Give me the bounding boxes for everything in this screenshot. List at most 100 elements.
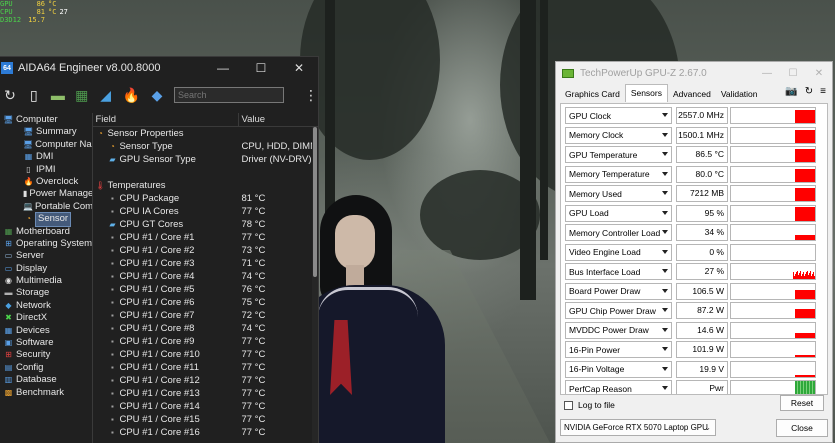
minimize-button[interactable]: — [204,57,242,79]
sensor-name-dropdown[interactable]: Memory Temperature [565,165,672,183]
tree-item-network[interactable]: ›◆Network [0,300,92,312]
maximize-button[interactable]: ☐ [780,62,806,84]
tree-item-benchmark[interactable]: ›▩Benchmark [0,387,92,399]
field-column-header[interactable]: Field [93,113,240,126]
value-cell: 74 °C [241,271,266,282]
tree-item-computer-name[interactable]: 🖥Computer Name [0,139,92,151]
tree-item-operating-system[interactable]: ›⊞Operating System [0,238,92,250]
tree-item-overclock[interactable]: 🔥 Overclock [0,176,92,188]
tree-item-display[interactable]: ›▭Display [0,263,92,275]
table-row[interactable]: ▪ CPU #1 / Core #9 77 °C [93,335,318,348]
minimize-button[interactable]: — [754,62,780,84]
table-row[interactable]: ▪ CPU IA Cores 77 °C [93,205,318,218]
value-column-header[interactable]: Value [239,113,318,126]
table-row[interactable]: ▪ CPU #1 / Core #7 72 °C [93,309,318,322]
table-row[interactable]: ▪ CPU #1 / Core #10 77 °C [93,348,318,361]
tab-sensors[interactable]: Sensors [624,84,668,102]
sensor-name-dropdown[interactable]: GPU Clock [565,107,672,124]
tree-item-storage[interactable]: ›▬Storage [0,287,92,299]
refresh-icon[interactable]: ↻ [3,86,17,104]
tree-item-multimedia[interactable]: ›◉Multimedia [0,275,92,287]
report-icon[interactable]: ▯ [27,86,41,104]
table-row[interactable]: ▪ CPU #1 / Core #2 73 °C [93,244,318,257]
gpu-select[interactable]: NVIDIA GeForce RTX 5070 Laptop GPU ⌄ [560,419,716,436]
sensor-name-dropdown[interactable]: Video Engine Load [565,243,672,261]
tree-item-computer[interactable]: ⌄🖥Computer [0,114,92,126]
tree-item-sensor[interactable]: ◔ Sensor [0,212,92,227]
sensor-name-dropdown[interactable]: Memory Controller Load [565,224,672,241]
camera-icon[interactable]: 📷 [785,86,797,97]
table-row[interactable]: ▪ CPU #1 / Core #8 74 °C [93,322,318,335]
table-row[interactable]: ▪ CPU #1 / Core #3 71 °C [93,257,318,270]
tree-item-label: Operating System [16,237,93,249]
tab-graphics-card[interactable]: Graphics Card [560,86,625,102]
tree-item-summary[interactable]: 🖥 Summary [0,126,92,138]
table-row[interactable]: ▪ CPU #1 / Core #16 77 °C [93,426,318,439]
sensor-name-dropdown[interactable]: 16-Pin Power [565,341,672,358]
more-options-icon[interactable]: ⋮ [304,87,318,104]
tab-validation[interactable]: Validation [716,86,763,102]
table-row[interactable]: ◔ Sensor Type CPU, HDD, DIMM [93,140,318,153]
tree-item-security[interactable]: ›⊞Security [0,349,92,361]
menu-icon[interactable]: ≡ [820,86,826,97]
tree-item-dmi[interactable]: ▦ DMI [0,151,92,163]
search-input[interactable] [173,87,284,103]
sensor-name-dropdown[interactable]: PerfCap Reason [565,380,672,394]
reset-button[interactable]: Reset [780,395,824,411]
sensor-name-dropdown[interactable]: GPU Chip Power Draw [565,302,672,319]
tree-item-portable-computer[interactable]: 💻Portable Computer [0,201,92,213]
tree-item-software[interactable]: ›▣Software [0,337,92,349]
vertical-scrollbar[interactable] [312,127,318,443]
table-row[interactable]: ▰ CPU GT Cores 78 °C [93,218,318,231]
scrollbar-thumb[interactable] [313,127,317,277]
memory-module-icon[interactable]: ▬ [51,86,65,104]
table-row[interactable]: ▰ GPU Sensor Type Driver (NV-DRV) [93,153,318,166]
network-monitor-icon[interactable]: ◢ [99,86,113,104]
tree-item-motherboard[interactable]: ›▦Motherboard [0,226,92,238]
sensor-name-dropdown[interactable]: Bus Interface Load [565,263,672,280]
sensor-value: 101.9 W [676,341,728,358]
tree-item-directx[interactable]: ›✖DirectX [0,312,92,324]
sensor-name-dropdown[interactable]: Board Power Draw [565,282,672,300]
table-row[interactable]: ▪ CPU Package 81 °C [93,192,318,205]
log-to-file-checkbox[interactable] [564,400,573,410]
aida64-window[interactable]: 64 AIDA64 Engineer v8.00.8000 — ☐ ✕ ↻ ▯ … [0,56,319,443]
table-row[interactable]: ▪ CPU #1 / Core #5 76 °C [93,283,318,296]
gpuz-titlebar[interactable]: TechPowerUp GPU-Z 2.67.0 — ☐ ✕ [556,62,832,84]
sensor-name-dropdown[interactable]: Memory Used [565,185,672,202]
table-row[interactable]: ▪ CPU #1 / Core #11 77 °C [93,361,318,374]
table-row[interactable]: ▪ CPU #1 / Core #14 77 °C [93,400,318,413]
aida64-titlebar[interactable]: 64 AIDA64 Engineer v8.00.8000 — ☐ ✕ [0,57,318,79]
table-row[interactable]: ▪ CPU #1 / Core #1 77 °C [93,231,318,244]
table-row[interactable]: ▪ CPU #1 / Core #15 77 °C [93,413,318,426]
section-header[interactable]: ◔ Sensor Properties [93,127,318,140]
gpuz-logo-icon [562,68,574,78]
table-row[interactable]: ▪ CPU #1 / Core #13 77 °C [93,387,318,400]
refresh-icon[interactable]: ↻ [805,86,813,97]
tab-advanced[interactable]: Advanced [668,86,716,102]
tree-item-power-management[interactable]: ▮Power Management [0,188,92,200]
stress-test-icon[interactable]: 🔥 [123,86,140,104]
tree-item-database[interactable]: ›▥Database [0,374,92,386]
sensor-name-dropdown[interactable]: 16-Pin Voltage [565,360,672,378]
section-header[interactable]: 🌡 Temperatures [93,179,318,192]
close-button[interactable]: ✕ [280,57,318,79]
tree-item-ipmi[interactable]: ▯ IPMI [0,164,92,176]
maximize-button[interactable]: ☐ [242,57,280,79]
close-button[interactable]: ✕ [806,62,832,84]
sensor-value: 14.6 W [676,321,728,339]
close-dialog-button[interactable]: Close [776,419,828,437]
sensor-name-dropdown[interactable]: Memory Clock [565,126,672,144]
sensor-name-dropdown[interactable]: MVDDC Power Draw [565,321,672,339]
sensor-name-dropdown[interactable]: GPU Load [565,204,672,222]
tree-item-config[interactable]: ›▤Config [0,362,92,374]
tree-item-devices[interactable]: ›▦Devices [0,325,92,337]
table-row[interactable]: ▪ CPU #1 / Core #6 75 °C [93,296,318,309]
gpuz-window[interactable]: TechPowerUp GPU-Z 2.67.0 — ☐ ✕ Graphics … [555,61,833,443]
table-row[interactable]: ▪ CPU #1 / Core #12 77 °C [93,374,318,387]
tree-item-server[interactable]: ›▭Server [0,250,92,262]
ram-icon[interactable]: ▦ [75,86,89,104]
sensor-name-dropdown[interactable]: GPU Temperature [565,146,672,163]
tools-icon[interactable]: ◆ [150,86,164,104]
table-row[interactable]: ▪ CPU #1 / Core #4 74 °C [93,270,318,283]
